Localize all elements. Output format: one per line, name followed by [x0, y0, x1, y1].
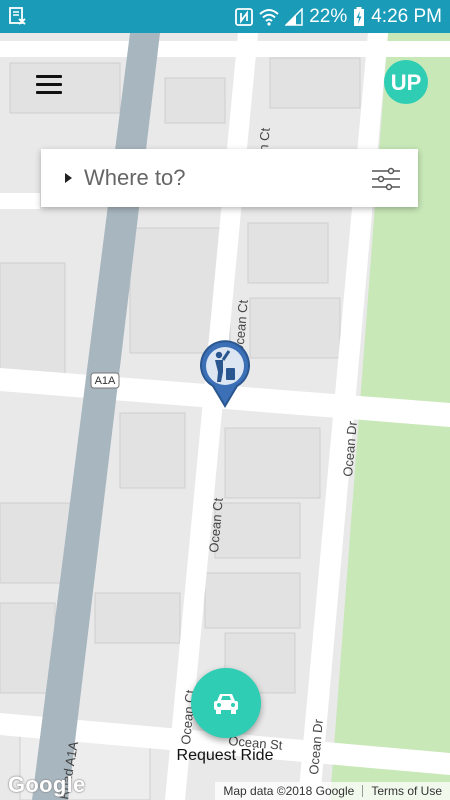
- request-ride-label: Request Ride: [176, 747, 274, 764]
- google-logo: Google: [8, 772, 86, 797]
- nfc-icon: [235, 7, 254, 26]
- notification-icon: [9, 7, 26, 25]
- battery-percent: 22%: [309, 5, 348, 27]
- car-icon: [214, 694, 238, 714]
- hamburger-menu-icon[interactable]: [36, 73, 64, 95]
- caret-right-icon: [65, 173, 72, 183]
- highway-shield: A1A: [90, 372, 120, 389]
- signal-icon: [285, 7, 303, 26]
- app-logo-text: UP: [391, 70, 422, 95]
- status-bar: 22% 4:26 PM: [0, 0, 450, 33]
- wifi-icon: [259, 8, 279, 26]
- highway-shield-label: A1A: [95, 375, 116, 387]
- passenger-pickup-icon: [200, 340, 250, 408]
- map-data-text: Map data ©2018 Google: [223, 784, 355, 798]
- app-logo: UP: [384, 60, 428, 104]
- sliders-icon[interactable]: [372, 167, 400, 191]
- destination-search[interactable]: Where to?: [41, 149, 418, 207]
- clock: 4:26 PM: [371, 5, 442, 27]
- battery-charging-icon: [354, 6, 365, 26]
- search-placeholder: Where to?: [84, 165, 186, 190]
- map-attribution: Map data ©2018 Google Terms of Use: [215, 782, 450, 800]
- request-ride-button[interactable]: [191, 668, 261, 738]
- terms-link[interactable]: Terms of Use: [363, 784, 450, 798]
